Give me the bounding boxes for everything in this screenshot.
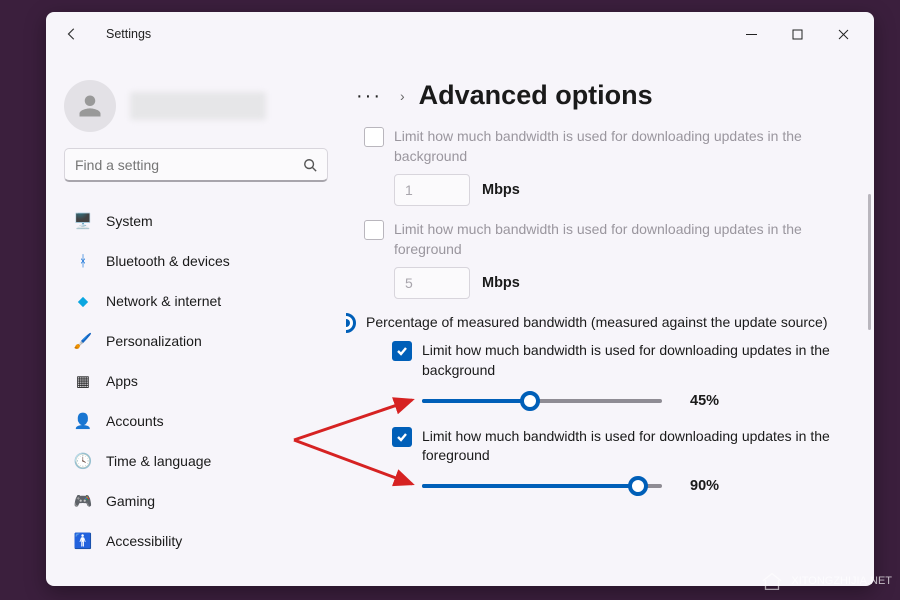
main-pane: ··· › Advanced options Limit how much ba… — [346, 56, 874, 586]
settings-window: Settings 🖥️ System ᚼ Bluetooth & devices — [46, 12, 874, 586]
system-icon: 🖥️ — [74, 212, 92, 230]
gamepad-icon: 🎮 — [74, 492, 92, 510]
wifi-icon: ⬥ — [74, 292, 92, 310]
breadcrumb-overflow[interactable]: ··· — [352, 86, 386, 106]
scrollbar[interactable] — [868, 194, 871, 330]
abs-fg-unit: Mbps — [482, 275, 520, 291]
sidebar-item-label: Gaming — [106, 493, 155, 509]
watermark: XITONGZHIJIA.NET — [759, 568, 892, 594]
sidebar-item-time[interactable]: 🕓 Time & language — [64, 442, 328, 480]
sidebar-item-label: Network & internet — [106, 293, 221, 309]
chevron-right-icon: › — [400, 88, 405, 104]
pct-fg-value: 90% — [690, 478, 734, 494]
checkbox-pct-bg[interactable] — [392, 341, 412, 361]
titlebar: Settings — [46, 12, 874, 56]
sidebar-item-network[interactable]: ⬥ Network & internet — [64, 282, 328, 320]
sidebar-item-label: Accessibility — [106, 533, 182, 549]
watermark-text: XITONGZHIJIA.NET — [791, 575, 892, 587]
pct-fg-label: Limit how much bandwidth is used for dow… — [422, 427, 842, 466]
abs-bg-label: Limit how much bandwidth is used for dow… — [394, 127, 842, 166]
avatar — [64, 80, 116, 132]
search-field[interactable] — [75, 157, 303, 173]
pct-fg-option[interactable]: Limit how much bandwidth is used for dow… — [392, 427, 842, 466]
abs-bg-input[interactable]: 1 — [394, 174, 470, 206]
sidebar-item-system[interactable]: 🖥️ System — [64, 202, 328, 240]
checkbox-abs-fg[interactable] — [364, 220, 384, 240]
pct-bg-label: Limit how much bandwidth is used for dow… — [422, 341, 842, 380]
clock-icon: 🕓 — [74, 452, 92, 470]
pct-bg-option[interactable]: Limit how much bandwidth is used for dow… — [392, 341, 842, 380]
apps-icon: ▦ — [74, 372, 92, 390]
sidebar-item-accessibility[interactable]: 🚹 Accessibility — [64, 522, 328, 560]
user-name-redacted — [130, 92, 266, 120]
brush-icon: 🖌️ — [74, 332, 92, 350]
sidebar-item-label: Accounts — [106, 413, 164, 429]
sidebar-item-accounts[interactable]: 👤 Accounts — [64, 402, 328, 440]
abs-fg-label: Limit how much bandwidth is used for dow… — [394, 220, 842, 259]
search-input[interactable] — [64, 148, 328, 182]
pct-bg-value: 45% — [690, 393, 734, 409]
sidebar-item-personalization[interactable]: 🖌️ Personalization — [64, 322, 328, 360]
pct-bg-slider[interactable] — [422, 391, 662, 411]
sidebar-item-label: System — [106, 213, 153, 229]
sidebar-item-apps[interactable]: ▦ Apps — [64, 362, 328, 400]
breadcrumb: ··· › Advanced options — [346, 66, 862, 127]
percentage-radio-option[interactable]: Percentage of measured bandwidth (measur… — [346, 313, 842, 333]
sidebar: 🖥️ System ᚼ Bluetooth & devices ⬥ Network &… — [46, 56, 346, 586]
sidebar-item-label: Apps — [106, 373, 138, 389]
person-icon: 👤 — [74, 412, 92, 430]
search-icon — [303, 158, 317, 172]
sidebar-item-label: Time & language — [106, 453, 211, 469]
checkbox-pct-fg[interactable] — [392, 427, 412, 447]
window-title: Settings — [96, 27, 151, 41]
close-button[interactable] — [820, 19, 866, 49]
abs-fg-option[interactable]: Limit how much bandwidth is used for dow… — [364, 220, 842, 259]
content-area: Limit how much bandwidth is used for dow… — [346, 127, 862, 586]
user-info[interactable] — [64, 80, 328, 132]
maximize-button[interactable] — [774, 19, 820, 49]
abs-fg-input-row: 5 Mbps — [394, 267, 842, 299]
nav-list: 🖥️ System ᚼ Bluetooth & devices ⬥ Network &… — [64, 202, 328, 560]
pct-fg-slider[interactable] — [422, 476, 662, 496]
abs-bg-option[interactable]: Limit how much bandwidth is used for dow… — [364, 127, 842, 166]
abs-bg-unit: Mbps — [482, 182, 520, 198]
bluetooth-icon: ᚼ — [74, 252, 92, 270]
pct-bg-slider-row: 45% — [422, 391, 842, 411]
page-title: Advanced options — [419, 80, 653, 111]
pct-fg-slider-row: 90% — [422, 476, 842, 496]
sidebar-item-gaming[interactable]: 🎮 Gaming — [64, 482, 328, 520]
accessibility-icon: 🚹 — [74, 532, 92, 550]
radio-percentage[interactable] — [346, 313, 356, 333]
back-button[interactable] — [60, 22, 84, 46]
sidebar-item-label: Personalization — [106, 333, 202, 349]
radio-label: Percentage of measured bandwidth (measur… — [366, 313, 828, 333]
sidebar-item-bluetooth[interactable]: ᚼ Bluetooth & devices — [64, 242, 328, 280]
abs-bg-input-row: 1 Mbps — [394, 174, 842, 206]
checkbox-abs-bg[interactable] — [364, 127, 384, 147]
abs-fg-input[interactable]: 5 — [394, 267, 470, 299]
minimize-button[interactable] — [728, 19, 774, 49]
sidebar-item-label: Bluetooth & devices — [106, 253, 230, 269]
